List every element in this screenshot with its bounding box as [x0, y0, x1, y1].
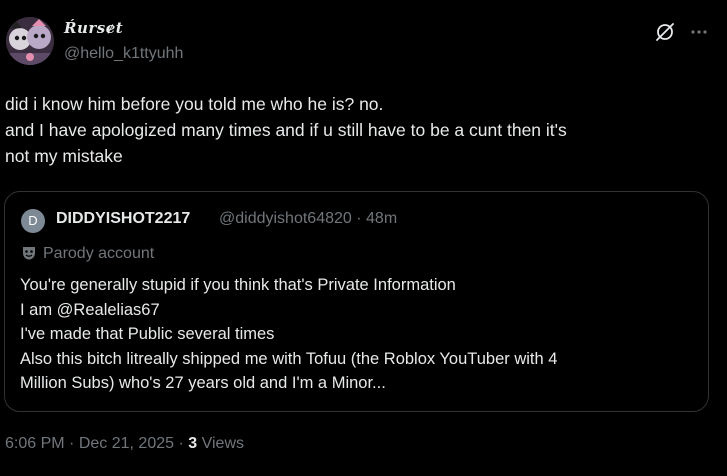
grok-button[interactable] — [654, 21, 676, 43]
parody-badge: Parody account — [21, 245, 154, 263]
quoted-tweet-text: You're generally stupid if you think tha… — [20, 273, 700, 396]
author-avatar[interactable] — [6, 17, 54, 65]
grok-icon — [656, 23, 674, 41]
quoted-tweet-time[interactable]: 48m — [366, 210, 397, 227]
avatar-image — [6, 17, 54, 65]
quoted-line: Also this bitch litreally shipped me wit… — [20, 349, 558, 368]
parody-badge-label: Parody account — [43, 245, 155, 262]
quoted-author-display-name[interactable]: DIDDYISHOT2217 — [56, 210, 190, 228]
tweet-text: did i know him before you told me who he… — [5, 91, 720, 169]
footer-separator: · — [178, 435, 184, 452]
tweet-line: and I have apologized many times and if … — [5, 120, 567, 140]
footer-separator: · — [69, 435, 75, 452]
quoted-line: You're generally stupid if you think tha… — [20, 276, 456, 294]
author-handle[interactable]: @hello_k1ttyuhh — [64, 45, 183, 63]
quoted-author-handle[interactable]: @diddyishot64820 — [219, 210, 352, 227]
tweet-header: Ŕursɇt @hello_k1ttyuhh — [0, 0, 727, 80]
post-time[interactable]: 6:06 PM — [5, 435, 65, 452]
quoted-line: I've made that Public several times — [20, 325, 275, 343]
post-date[interactable]: Dec 21, 2025 — [79, 435, 174, 452]
quoted-author-avatar[interactable]: D — [21, 209, 45, 233]
quoted-line: Million Subs) who's 27 years old and I'm… — [20, 374, 386, 392]
quoted-tweet-meta: @diddyishot64820 · 48m — [219, 210, 397, 228]
meta-separator: · — [356, 210, 362, 227]
more-button[interactable] — [688, 21, 710, 43]
more-icon — [691, 30, 707, 34]
parody-mask-icon — [23, 247, 35, 260]
views-count: 3 — [188, 435, 198, 452]
tweet-line: not my mistake — [5, 146, 123, 166]
author-display-name[interactable]: Ŕursɇt — [64, 19, 123, 37]
quoted-tweet[interactable]: D DIDDYISHOT2217 @diddyishot64820 · 48m … — [4, 191, 709, 412]
tweet-line: did i know him before you told me who he… — [5, 94, 384, 114]
quoted-line: I am @Realelias67 — [20, 300, 160, 319]
views-label: Views — [201, 435, 244, 452]
tweet-footer: 6:06 PM · Dec 21, 2025 · 3 Views — [5, 435, 244, 453]
